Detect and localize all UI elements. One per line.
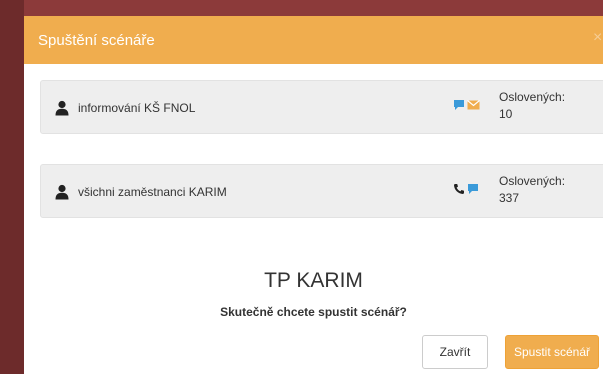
envelope-icon (467, 100, 480, 110)
user-icon (55, 184, 69, 200)
group-name: všichni zaměstnanci KARIM (78, 185, 227, 199)
start-scenario-button[interactable]: Spustit scénář (505, 335, 599, 369)
confirm-question: Skutečně chcete spustit scénář? (220, 305, 407, 319)
recipient-group-card: informování KŠ FNOL Oslovených: 10 (40, 80, 603, 134)
close-button[interactable]: Zavřít (422, 335, 488, 369)
reached-count-label: Oslovených: (499, 174, 566, 188)
close-icon[interactable]: × (593, 29, 603, 47)
dialog-title: Spuštění scénáře (38, 31, 155, 49)
phone-icon (454, 184, 464, 194)
chat-icon (468, 184, 478, 194)
user-icon (55, 100, 69, 116)
start-scenario-dialog: Spuštění scénáře × informování KŠ FNOL O… (24, 16, 603, 374)
reached-count-label: Oslovených: (499, 90, 566, 104)
backdrop (0, 0, 603, 16)
channel-icons (453, 183, 479, 195)
recipient-group-card: všichni zaměstnanci KARIM Oslovených: 33… (40, 164, 603, 218)
scenario-name: TP KARIM (264, 269, 363, 292)
dialog-header: Spuštění scénáře × (24, 16, 603, 64)
channel-icons (453, 99, 480, 111)
reached-count-value: 10 (499, 107, 513, 121)
backdrop-side (0, 0, 24, 374)
group-name: informování KŠ FNOL (78, 101, 196, 115)
reached-count-value: 337 (499, 191, 520, 205)
chat-icon (454, 100, 464, 110)
